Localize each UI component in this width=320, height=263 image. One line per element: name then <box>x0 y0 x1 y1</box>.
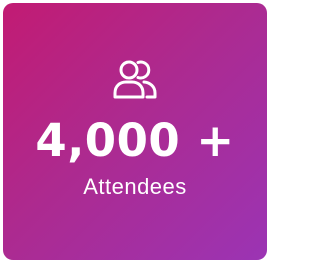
attendee-count: 4,000 + <box>35 114 235 167</box>
attendee-label: Attendees <box>83 174 187 199</box>
users-icon <box>112 57 158 101</box>
attendees-stat-card: 4,000 + Attendees <box>3 3 267 260</box>
